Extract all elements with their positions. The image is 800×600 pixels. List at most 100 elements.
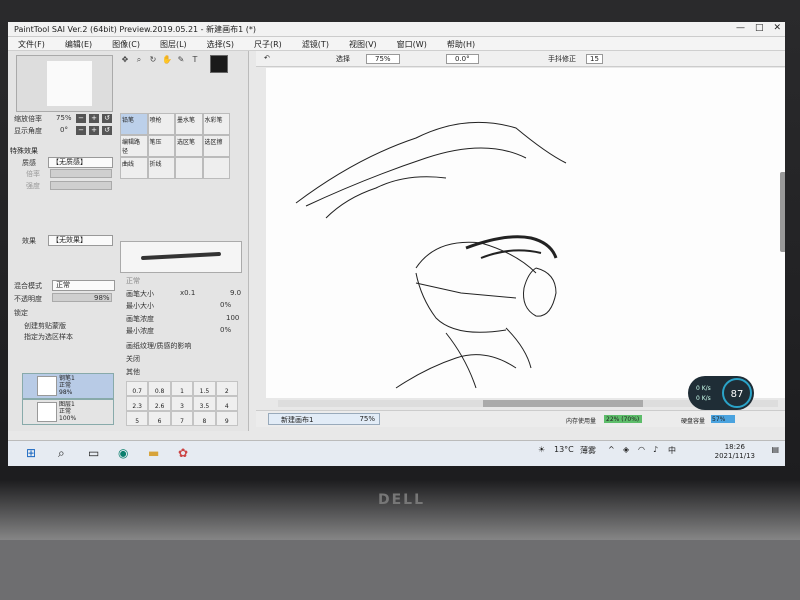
- paper-texture-section[interactable]: 画纸纹理/质感的影响: [126, 341, 191, 351]
- texture-strength-slider[interactable]: [50, 181, 112, 190]
- canvas-toolbar: ↶ 选择 75% 0.0° 手抖修正 15: [256, 51, 785, 67]
- size-cell[interactable]: 2.3: [126, 396, 149, 411]
- min-size-value: 0%: [220, 301, 232, 309]
- texture-scale-slider[interactable]: [50, 169, 112, 178]
- size-cell[interactable]: 1: [170, 381, 194, 396]
- menu-select[interactable]: 选择(S): [197, 37, 244, 50]
- tool-empty-2[interactable]: [202, 157, 230, 179]
- menu-ruler[interactable]: 尺子(R): [244, 37, 292, 50]
- menu-filter[interactable]: 滤镜(T): [292, 37, 339, 50]
- menu-edit[interactable]: 编辑(E): [55, 37, 102, 50]
- size-cell[interactable]: 7: [170, 411, 194, 426]
- tool-select-pen[interactable]: 选区笔: [175, 135, 203, 157]
- zoom-reset-button[interactable]: ↺: [102, 114, 112, 123]
- effect-label: 效果: [22, 237, 36, 245]
- navigator-thumbnail[interactable]: [16, 55, 113, 112]
- maximize-button[interactable]: □: [755, 23, 764, 33]
- eyedropper-icon[interactable]: ✎: [174, 55, 188, 67]
- menu-image[interactable]: 图像(C): [102, 37, 150, 50]
- toolbar-angle-field[interactable]: 0.0°: [446, 54, 479, 64]
- tool-ink-pen[interactable]: 墨水笔: [175, 113, 203, 135]
- wifi-icon[interactable]: ◠: [638, 445, 645, 454]
- brush-section-other[interactable]: 其他: [126, 367, 140, 377]
- size-cell[interactable]: 4: [215, 396, 238, 411]
- tool-watercolor[interactable]: 水彩笔: [202, 113, 230, 135]
- minimize-button[interactable]: —: [736, 23, 745, 33]
- zoom-icon[interactable]: ⌕: [132, 55, 146, 67]
- size-cell[interactable]: 9: [215, 411, 238, 426]
- tool-empty-1[interactable]: [175, 157, 203, 179]
- file-explorer-icon[interactable]: ▬: [148, 446, 159, 460]
- menu-layer[interactable]: 图层(L): [150, 37, 197, 50]
- menu-window[interactable]: 窗口(W): [387, 37, 437, 50]
- shield-icon[interactable]: ◈: [623, 445, 629, 454]
- size-cell[interactable]: 3: [170, 396, 194, 411]
- brush-size-multiplier[interactable]: x0.1: [180, 289, 195, 297]
- text-icon[interactable]: T: [188, 55, 202, 67]
- effect-dropdown[interactable]: 【无效果】: [48, 235, 113, 246]
- close-button[interactable]: ✕: [773, 23, 781, 33]
- menu-file[interactable]: 文件(F): [8, 37, 55, 50]
- notification-icon[interactable]: ▤: [771, 445, 779, 454]
- ime-indicator[interactable]: 中: [668, 445, 676, 456]
- zoom-minus-button[interactable]: −: [76, 114, 86, 123]
- layer-item[interactable]: 图层1 正常 100%: [22, 399, 114, 425]
- size-cell[interactable]: 6: [148, 411, 171, 426]
- canvas-tab[interactable]: 新建画布1 75%: [268, 413, 380, 425]
- rotate-icon[interactable]: ↻: [146, 55, 160, 67]
- tool-polyline[interactable]: 折线: [147, 157, 175, 179]
- left-panel: ✥ ⌕ ↻ ✋ ✎ T 缩放倍率 75% − + ↺ 显示角度 0° − + ↺ 特殊效果…: [8, 51, 249, 431]
- angle-plus-button[interactable]: +: [89, 126, 99, 135]
- gauge-circle: 87: [722, 378, 752, 408]
- network-gauge-widget[interactable]: 0 K/s 0 K/s 87: [688, 376, 754, 410]
- clipping-mask-checkbox[interactable]: 创建剪贴蒙版: [24, 321, 66, 331]
- clock[interactable]: 18:26 2021/11/13: [715, 443, 755, 461]
- angle-label: 显示角度: [14, 127, 42, 135]
- tool-select-eraser[interactable]: 选区擦: [202, 135, 230, 157]
- select-toggle[interactable]: 选择: [336, 54, 350, 64]
- tool-edit-path[interactable]: 编辑路径: [120, 135, 148, 157]
- texture-dropdown[interactable]: 【无质感】: [48, 157, 113, 168]
- canvas-vertical-scrollbar[interactable]: [780, 172, 785, 252]
- drawing-canvas[interactable]: [266, 68, 785, 398]
- angle-minus-button[interactable]: −: [76, 126, 86, 135]
- windows-start-icon[interactable]: ⊞: [26, 446, 36, 460]
- angle-reset-button[interactable]: ↺: [102, 126, 112, 135]
- undo-icon[interactable]: ↶: [264, 54, 270, 62]
- edge-browser-icon[interactable]: ◉: [118, 446, 128, 460]
- painttool-sai-icon[interactable]: ✿: [178, 446, 188, 460]
- size-cell[interactable]: 0.7: [126, 381, 149, 396]
- size-cell[interactable]: 5: [126, 411, 149, 426]
- tool-curve[interactable]: 曲线: [120, 157, 148, 179]
- tool-pressure[interactable]: 笔压: [147, 135, 175, 157]
- toolbar-zoom-field[interactable]: 75%: [366, 54, 400, 64]
- size-cell[interactable]: 2.6: [148, 396, 171, 411]
- tool-pencil[interactable]: 铅笔: [120, 113, 148, 135]
- task-view-icon[interactable]: ▭: [88, 446, 99, 460]
- size-cell[interactable]: 0.8: [148, 381, 171, 396]
- stabilizer-value[interactable]: 15: [586, 54, 603, 64]
- size-cell[interactable]: 8: [193, 411, 216, 426]
- size-cell[interactable]: 3.5: [193, 396, 216, 411]
- weather-icon[interactable]: ☀: [538, 445, 545, 454]
- foreground-color-swatch[interactable]: [210, 55, 228, 73]
- speaker-icon[interactable]: ♪: [653, 445, 658, 454]
- blend-mode-dropdown[interactable]: 正常: [52, 280, 115, 291]
- layer-item[interactable]: 钢笔1 正常 98%: [22, 373, 114, 399]
- special-effects-header[interactable]: 特殊效果: [10, 146, 38, 156]
- selection-source-checkbox[interactable]: 指定为选区样本: [24, 332, 73, 342]
- tool-airbrush[interactable]: 喷枪: [147, 113, 175, 135]
- hand-icon[interactable]: ✋: [160, 55, 174, 67]
- tray-chevron-icon[interactable]: ^: [608, 445, 615, 454]
- menu-help[interactable]: 帮助(H): [437, 37, 485, 50]
- brush-section-2[interactable]: 关闭: [126, 354, 140, 364]
- size-cell[interactable]: 2: [215, 381, 238, 396]
- menu-view[interactable]: 视图(V): [339, 37, 387, 50]
- opacity-value: 98%: [94, 294, 110, 302]
- move-icon[interactable]: ✥: [118, 55, 132, 67]
- zoom-plus-button[interactable]: +: [89, 114, 99, 123]
- brush-preview: [120, 241, 242, 273]
- search-icon[interactable]: ⌕: [58, 446, 65, 461]
- weather-temp[interactable]: 13°C: [554, 445, 574, 454]
- size-cell[interactable]: 1.5: [193, 381, 216, 396]
